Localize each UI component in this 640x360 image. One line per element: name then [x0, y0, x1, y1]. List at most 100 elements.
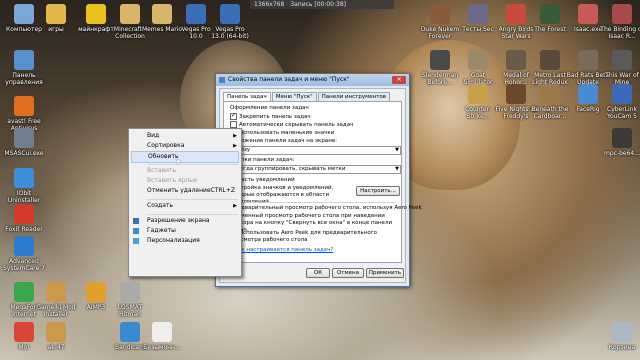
mouse-cursor-icon: ➤: [175, 157, 182, 166]
aero-peek-checkbox-label: Использовать Aero Peek для предварительн…: [230, 230, 377, 243]
game-icon: [468, 4, 488, 24]
small-icons-row[interactable]: Использовать маленькие значки: [230, 129, 334, 136]
game-icon: [540, 4, 560, 24]
desktop-shortcut-label: IObit Uninstaller: [7, 190, 41, 204]
help-link[interactable]: Как настраивается панель задач?: [234, 247, 333, 253]
position-label: Положение панели задач на экране:: [230, 138, 338, 144]
menu-divider: [147, 164, 238, 165]
chevron-right-icon: ▶: [233, 203, 237, 209]
personalize-icon: [133, 238, 139, 244]
menu-item-sort-label: Сортировка: [147, 142, 185, 149]
dialog-body: Панель задач Меню "Пуск" Панели инструме…: [219, 88, 422, 283]
desktop-shortcut-label: Foxit Reader: [5, 226, 43, 233]
apply-button[interactable]: Применить: [366, 268, 404, 278]
small-icons-label: Использовать маленькие значки: [239, 130, 335, 136]
taskbar-properties-dialog: Свойства панели задач и меню "Пуск" ✕ Па…: [215, 73, 422, 287]
recycle-bin-icon: [612, 322, 632, 342]
desktop-shortcut-label: CyberLink YouCam 5: [607, 106, 637, 120]
ok-button[interactable]: ОК: [306, 268, 330, 278]
vegas-icon: [220, 4, 240, 24]
cancel-button[interactable]: Отмена: [332, 268, 364, 278]
menu-item-paste[interactable]: Вставить: [129, 166, 241, 176]
game-icon: [468, 50, 488, 70]
desktop-shortcut[interactable]: IObit Uninstaller: [2, 168, 46, 204]
player-icon: [612, 128, 632, 148]
avast-icon: [14, 96, 34, 116]
menu-item-undo-delete-label: Отменить удаление: [147, 187, 211, 194]
menu-item-view[interactable]: Вид ▶: [129, 131, 241, 141]
tab-toolbars[interactable]: Панели инструментов: [317, 92, 391, 101]
desktop-shortcut[interactable]: This War of Mine: [600, 50, 640, 86]
menu-item-sort[interactable]: Сортировка ▶: [129, 141, 241, 151]
aero-peek-row[interactable]: Использовать Aero Peek для предварительн…: [230, 228, 400, 244]
section-taskbar-appearance: Оформление панели задач: [230, 105, 309, 111]
tab-start-menu[interactable]: Меню "Пуск": [271, 92, 317, 101]
desktop-shortcut[interactable]: игры: [34, 4, 78, 33]
desktop-shortcut[interactable]: MSASCui.exe: [2, 128, 46, 157]
dialog-title-bar[interactable]: Свойства панели задач и меню "Пуск" ✕: [216, 74, 409, 86]
game-icon: [612, 50, 632, 70]
gadgets-icon: [133, 228, 139, 234]
isaac-icon: [612, 4, 632, 24]
game-icon: [540, 50, 560, 70]
menu-item-refresh-label: Обновить: [148, 153, 179, 160]
desktop-shortcut[interactable]: Gameiki Mod Installer: [34, 282, 78, 318]
lock-taskbar-checkbox[interactable]: [230, 112, 237, 120]
desktop-shortcut-label: The Binding of Isaac R...: [600, 26, 640, 40]
menu-item-paste-label: Вставить: [147, 167, 177, 174]
desktop-shortcut[interactable]: Vegas Pro 13.0 (64-bit): [208, 4, 252, 40]
foxit-icon: [14, 204, 34, 224]
autohide-checkbox[interactable]: [230, 121, 237, 128]
menu-item-refresh[interactable]: Обновить: [131, 151, 239, 163]
recording-label: Запись [00:00:38]: [290, 1, 346, 8]
aero-peek-label: Предварительный просмотр рабочего стола,…: [230, 205, 422, 211]
game-icon: [120, 282, 140, 302]
autohide-row[interactable]: Автоматически скрывать панель задач: [230, 121, 353, 128]
chevron-down-icon: ▼: [395, 166, 399, 172]
configure-button[interactable]: Настроить...: [356, 186, 400, 196]
folder-icon: [120, 4, 140, 24]
tab-taskbar[interactable]: Панель задач: [223, 92, 271, 101]
desktop-shortcut[interactable]: CyberLink YouCam 5: [600, 84, 640, 120]
desktop-shortcut[interactable]: Advanced SystemCare 7: [2, 236, 46, 272]
close-icon[interactable]: ✕: [392, 76, 406, 84]
desktop-shortcut-label: игры: [48, 26, 64, 33]
menu-item-create[interactable]: Создать ▶: [129, 201, 241, 211]
desktop-shortcut[interactable]: ak-47: [34, 322, 78, 351]
desktop-shortcut[interactable]: The Binding of Isaac R...: [600, 4, 640, 40]
menu-item-create-label: Создать: [147, 202, 173, 209]
buttons-select[interactable]: Всегда группировать, скрывать метки ▼: [230, 165, 401, 174]
undo-shortcut-hint: CTRL+Z: [210, 187, 235, 194]
menu-item-gadgets[interactable]: Гаджеты: [129, 226, 241, 236]
desktop-shortcut[interactable]: Корзина: [600, 322, 640, 351]
desktop-shortcut[interactable]: LOSMAT Hitman: [108, 282, 152, 318]
menu-item-resolution[interactable]: Разрешение экрана: [129, 216, 241, 226]
bandicam-icon: [120, 322, 140, 342]
control-panel-icon: [14, 50, 34, 70]
recording-size: 1366x768: [254, 1, 285, 8]
menu-item-undo-delete[interactable]: Отменить удаление CTRL+Z: [129, 186, 241, 196]
desktop-shortcut[interactable]: Панель управления: [2, 50, 46, 86]
asc-icon: [14, 236, 34, 256]
chevron-right-icon: ▶: [233, 133, 237, 139]
desktop-shortcut[interactable]: Foxit Reader: [2, 204, 46, 233]
position-select[interactable]: Снизу ▼: [230, 146, 401, 155]
folder-icon: [46, 4, 66, 24]
desktop-shortcut-label: Панель управления: [5, 72, 43, 86]
desktop-shortcut-label: LOSMAT Hitman: [117, 304, 143, 318]
desktop-shortcut[interactable]: mpc-be64...: [600, 128, 640, 157]
game-icon: [540, 84, 560, 104]
desktop-shortcut-label: ak-47: [47, 344, 65, 351]
menu-item-personalize[interactable]: Персонализация: [129, 236, 241, 246]
folder-icon: [46, 282, 66, 302]
folder-icon: [46, 322, 66, 342]
game-icon: [578, 50, 598, 70]
lock-taskbar-row[interactable]: Закрепить панель задач: [230, 112, 311, 120]
monitor-icon: [133, 218, 139, 224]
facerig-icon: [578, 84, 598, 104]
menu-item-paste-shortcut[interactable]: Вставить ярлык: [129, 176, 241, 186]
lock-taskbar-label: Закрепить панель задач: [239, 114, 311, 120]
desktop-shortcut[interactable]: avast! Free Antivirus: [2, 96, 46, 132]
dialog-tabs: Панель задач Меню "Пуск" Панели инструме…: [223, 92, 391, 101]
desktop-shortcut[interactable]: Безымянн...: [140, 322, 184, 351]
